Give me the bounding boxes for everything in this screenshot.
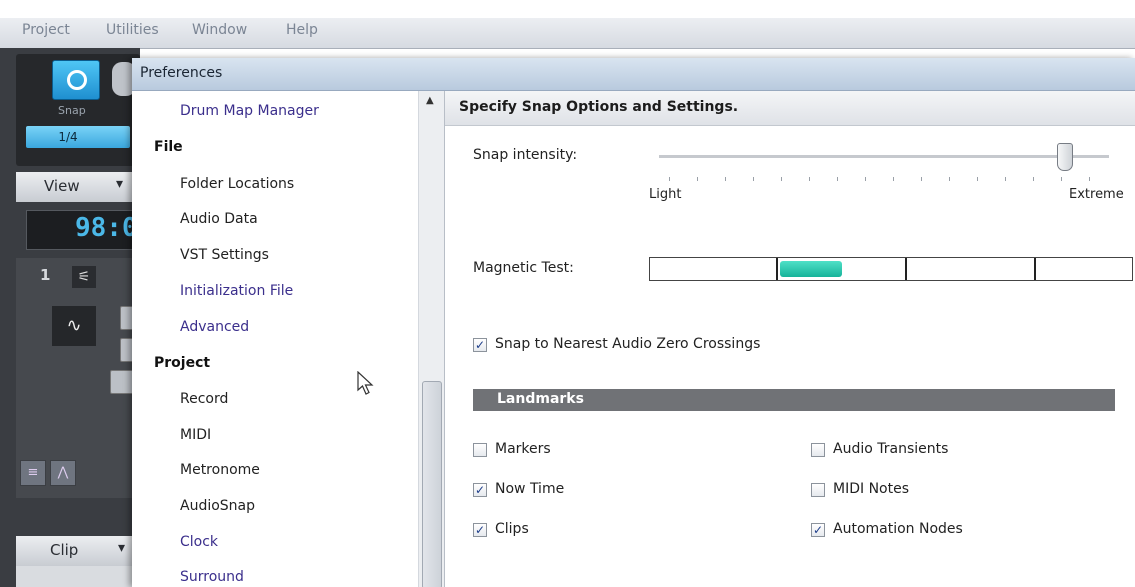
- menu-window[interactable]: Window: [192, 22, 247, 38]
- nav-item-record[interactable]: Record: [180, 391, 228, 407]
- snap-intensity-label: Snap intensity:: [473, 147, 578, 163]
- markers-checkbox[interactable]: [473, 443, 487, 457]
- now-time-display[interactable]: 98:0: [26, 210, 140, 250]
- track-view-icons: ≡ ⋀: [16, 460, 96, 488]
- waveform-icon: ∿: [52, 306, 96, 346]
- section-header: Specify Snap Options and Settings.: [445, 91, 1135, 126]
- slider-tick: [1061, 177, 1062, 181]
- nav-item-audio-data[interactable]: Audio Data: [180, 211, 258, 227]
- slider-tick: [921, 177, 922, 181]
- midi-notes-checkbox[interactable]: [811, 483, 825, 497]
- magnetic-test-clip[interactable]: [780, 261, 842, 277]
- magnetic-test-label: Magnetic Test:: [473, 260, 574, 276]
- nav-item-metronome[interactable]: Metronome: [180, 462, 260, 478]
- nav-item-initialization-file[interactable]: Initialization File: [180, 283, 293, 299]
- scroll-up-arrow-icon[interactable]: ▲: [426, 95, 434, 106]
- nav-item-surround[interactable]: Surround: [180, 569, 244, 585]
- clips-checkbox[interactable]: ✓: [473, 523, 487, 537]
- dialog-title: Preferences: [140, 65, 223, 81]
- snap-toggle-button[interactable]: [52, 60, 100, 100]
- clip-menu-bar: Clip ▾: [16, 536, 140, 566]
- nav-category-file[interactable]: File: [154, 139, 183, 155]
- snap-settings-panel: Specify Snap Options and Settings. Snap …: [445, 91, 1135, 587]
- now-time-label: Now Time: [495, 481, 565, 497]
- nav-item-vst-settings[interactable]: VST Settings: [180, 247, 269, 263]
- clip-menu-button[interactable]: Clip: [50, 541, 78, 559]
- clip-toolbar: [16, 566, 140, 587]
- view-menu-button[interactable]: View: [44, 177, 80, 195]
- landmarks-group-header: Landmarks: [473, 389, 1115, 411]
- menu-project[interactable]: Project: [22, 22, 70, 38]
- slider-tick: [781, 177, 782, 181]
- mouse-cursor-icon: [357, 371, 374, 395]
- automation-icon[interactable]: ⋀: [50, 460, 76, 486]
- magnetic-divider: [1034, 258, 1036, 280]
- clips-label: Clips: [495, 521, 529, 537]
- preferences-nav-tree: Drum Map Manager File Folder Locations A…: [132, 91, 445, 587]
- slider-tick: [697, 177, 698, 181]
- mixer-icon[interactable]: ⚟: [72, 266, 96, 288]
- now-time-text: 98:0: [75, 213, 138, 243]
- slider-tick: [837, 177, 838, 181]
- slider-tick: [977, 177, 978, 181]
- magnetic-divider: [776, 258, 778, 280]
- nav-scroll-thumb[interactable]: [422, 381, 442, 587]
- chevron-down-icon[interactable]: ▾: [116, 176, 123, 192]
- now-time-checkbox[interactable]: ✓: [473, 483, 487, 497]
- nav-item-audiosnap[interactable]: AudioSnap: [180, 498, 255, 514]
- nav-category-project[interactable]: Project: [154, 355, 210, 371]
- magnetic-test-area[interactable]: [649, 257, 1133, 281]
- track-number: 1: [40, 266, 51, 284]
- markers-label: Markers: [495, 441, 551, 457]
- automation-nodes-checkbox[interactable]: ✓: [811, 523, 825, 537]
- chevron-down-icon[interactable]: ▾: [118, 540, 125, 556]
- audio-transients-checkbox[interactable]: [811, 443, 825, 457]
- menu-utilities[interactable]: Utilities: [106, 22, 159, 38]
- menu-help[interactable]: Help: [286, 22, 318, 38]
- snap-intensity-slider-track[interactable]: [659, 155, 1109, 158]
- slider-tick: [809, 177, 810, 181]
- nav-item-folder-locations[interactable]: Folder Locations: [180, 176, 294, 192]
- zero-crossings-label: Snap to Nearest Audio Zero Crossings: [495, 336, 761, 352]
- slider-tick: [949, 177, 950, 181]
- zero-crossings-checkbox[interactable]: ✓: [473, 338, 487, 352]
- slider-tick: [753, 177, 754, 181]
- slider-tick: [725, 177, 726, 181]
- nav-item-drum-map-manager[interactable]: Drum Map Manager: [180, 103, 319, 119]
- slider-tick: [669, 177, 670, 181]
- audio-transients-label: Audio Transients: [833, 441, 949, 457]
- preferences-dialog: Preferences Drum Map Manager File Folder…: [132, 58, 1135, 587]
- nav-item-midi[interactable]: MIDI: [180, 427, 211, 443]
- slider-max-label: Extreme: [1069, 187, 1124, 202]
- slider-tick: [1089, 177, 1090, 181]
- landmarks-title: Landmarks: [497, 391, 584, 407]
- dialog-title-bar[interactable]: Preferences: [132, 58, 1135, 91]
- track-fx-button[interactable]: [110, 370, 134, 394]
- nav-item-advanced[interactable]: Advanced: [180, 319, 249, 335]
- slider-tick: [1005, 177, 1006, 181]
- slider-tick: [865, 177, 866, 181]
- slider-tick: [1033, 177, 1034, 181]
- midi-notes-label: MIDI Notes: [833, 481, 910, 497]
- nav-scrollbar[interactable]: ▲: [418, 91, 444, 587]
- daw-background-panel: Snap 1/4 View ▾ 98:0 1 ⚟ ∿ ≡ ⋀ Clip ▾: [0, 48, 140, 587]
- list-icon[interactable]: ≡: [20, 460, 46, 486]
- view-menu-bar: View ▾: [16, 172, 140, 202]
- snap-label: Snap: [58, 104, 86, 117]
- nav-item-clock[interactable]: Clock: [180, 534, 218, 550]
- snap-resolution-dropdown[interactable]: 1/4: [26, 126, 130, 148]
- slider-tick: [893, 177, 894, 181]
- section-title: Specify Snap Options and Settings.: [459, 99, 739, 115]
- menu-bar: Project Utilities Window Help: [0, 18, 1135, 49]
- magnetic-divider: [905, 258, 907, 280]
- snap-intensity-slider-thumb[interactable]: [1057, 143, 1073, 171]
- slider-min-label: Light: [649, 187, 682, 202]
- automation-nodes-label: Automation Nodes: [833, 521, 963, 537]
